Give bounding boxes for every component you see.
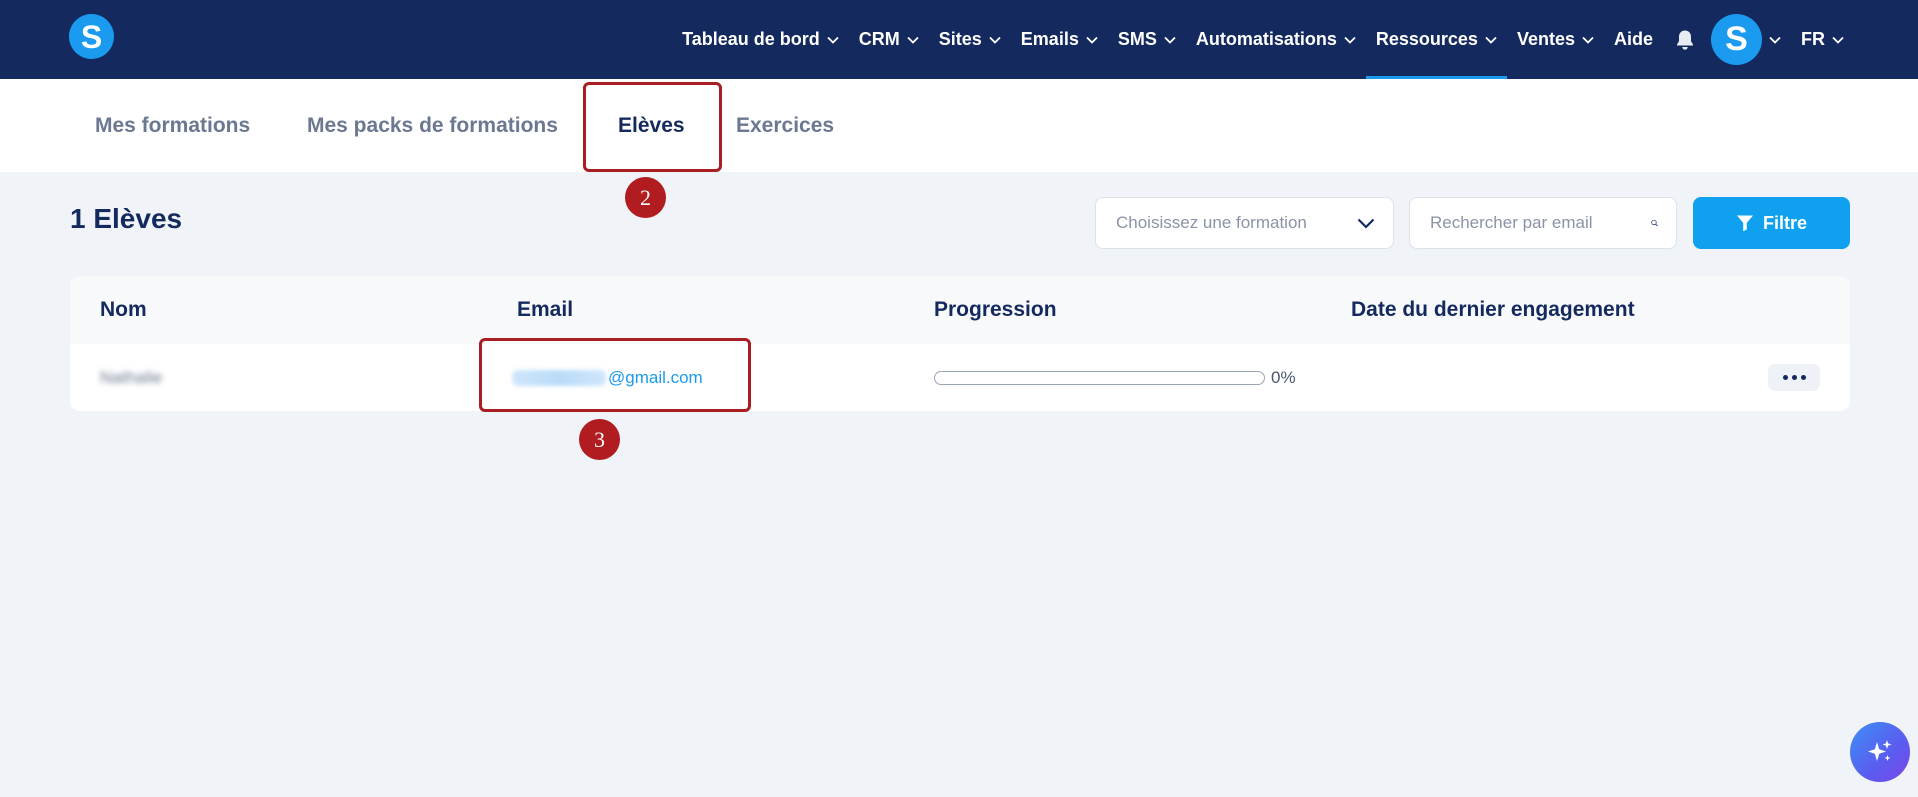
bell-icon xyxy=(1677,30,1693,50)
cell-name: Nathalie xyxy=(100,344,162,411)
column-header-date-dernier-engagement: Date du dernier engagement xyxy=(1351,298,1635,321)
nav-item-label: SMS xyxy=(1117,29,1157,49)
avatar: S xyxy=(1711,14,1762,65)
dot xyxy=(1782,375,1788,380)
students-table: Nom Email Progression Date du dernier en… xyxy=(70,276,1850,411)
chevron-down-icon xyxy=(827,36,839,44)
formation-select-placeholder: Choisissez une formation xyxy=(1116,213,1307,232)
language-selector[interactable]: FR xyxy=(1791,0,1854,79)
marker-number: 3 xyxy=(594,426,605,452)
nav-item-automatisations[interactable]: Automatisations xyxy=(1186,0,1366,79)
tab-mes-packs-de-formations[interactable]: Mes packs de formations xyxy=(307,79,558,172)
brand-logo[interactable]: S xyxy=(69,14,114,59)
ai-assistant-button[interactable] xyxy=(1850,722,1910,782)
nav-item-aide[interactable]: Aide xyxy=(1604,0,1663,79)
chevron-down-icon xyxy=(1357,218,1375,229)
sub-tabs: Mes formations Mes packs de formations E… xyxy=(0,79,1918,172)
top-navbar: S Tableau de bord CRM Sites Emails SMS A… xyxy=(0,0,1918,79)
progress-percent: 0% xyxy=(1271,367,1296,387)
column-header-email: Email xyxy=(517,298,574,321)
annotation-highlight-tab xyxy=(583,82,722,172)
nav-item-ventes[interactable]: Ventes xyxy=(1507,0,1604,79)
chevron-down-icon xyxy=(989,36,1001,44)
nav-item-ressources[interactable]: Ressources xyxy=(1365,0,1507,79)
nav-item-label: Emails xyxy=(1020,29,1079,49)
chevron-down-icon xyxy=(1485,36,1497,44)
filter-icon xyxy=(1736,215,1753,232)
search-icon[interactable] xyxy=(1651,213,1658,233)
nav-item-sms[interactable]: SMS xyxy=(1108,0,1186,79)
chevron-down-icon xyxy=(1344,36,1356,44)
table-header: Nom Email Progression Date du dernier en… xyxy=(70,276,1850,344)
user-menu[interactable]: S xyxy=(1707,0,1791,79)
chevron-down-icon xyxy=(1769,36,1781,44)
nav-item-label: Tableau de bord xyxy=(682,29,820,49)
notifications-button[interactable] xyxy=(1663,0,1707,79)
nav-item-label: Automatisations xyxy=(1195,29,1337,49)
nav-item-label: Ventes xyxy=(1516,29,1575,49)
nav-item-label: CRM xyxy=(858,29,900,49)
formation-select[interactable]: Choisissez une formation xyxy=(1095,197,1394,249)
logo-letter: S xyxy=(80,18,103,55)
nav-item-crm[interactable]: CRM xyxy=(849,0,929,79)
nav-menu: Tableau de bord CRM Sites Emails SMS Aut… xyxy=(672,0,1854,79)
page-title: 1 Elèves xyxy=(70,203,183,234)
annotation-highlight-email xyxy=(479,338,751,412)
nav-item-sites[interactable]: Sites xyxy=(929,0,1011,79)
nav-item-label: Aide xyxy=(1613,29,1653,49)
search-input[interactable] xyxy=(1430,213,1651,233)
marker-number: 2 xyxy=(640,184,651,210)
more-options-button[interactable] xyxy=(1768,364,1820,391)
chevron-down-icon xyxy=(907,36,919,44)
progress-bar xyxy=(934,370,1265,385)
email-search xyxy=(1409,197,1677,249)
tab-exercices[interactable]: Exercices xyxy=(736,79,834,172)
avatar-letter: S xyxy=(1725,20,1748,58)
tab-mes-formations[interactable]: Mes formations xyxy=(95,79,250,172)
table-row: Nathalie @gmail.com 0% xyxy=(70,344,1850,411)
nav-item-tableau-de-bord[interactable]: Tableau de bord xyxy=(672,0,849,79)
nav-item-label: Sites xyxy=(938,29,982,49)
cell-progression: 0% xyxy=(934,344,1296,411)
filter-button[interactable]: Filtre xyxy=(1693,197,1850,249)
language-label: FR xyxy=(1801,29,1825,49)
dot xyxy=(1791,375,1797,380)
annotation-marker-3: 3 xyxy=(579,419,620,460)
cell-actions xyxy=(1768,344,1820,411)
column-header-progression: Progression xyxy=(934,298,1057,321)
sparkles-icon xyxy=(1868,740,1892,761)
nav-item-emails[interactable]: Emails xyxy=(1011,0,1108,79)
dot xyxy=(1800,375,1806,380)
student-name: Nathalie xyxy=(100,367,163,387)
nav-item-label: Ressources xyxy=(1375,29,1478,49)
chevron-down-icon xyxy=(1832,36,1844,44)
chevron-down-icon xyxy=(1164,36,1176,44)
column-header-nom: Nom xyxy=(100,298,147,321)
annotation-marker-2: 2 xyxy=(625,177,666,218)
filter-button-label: Filtre xyxy=(1762,212,1807,233)
chevron-down-icon xyxy=(1582,36,1594,44)
chevron-down-icon xyxy=(1086,36,1098,44)
